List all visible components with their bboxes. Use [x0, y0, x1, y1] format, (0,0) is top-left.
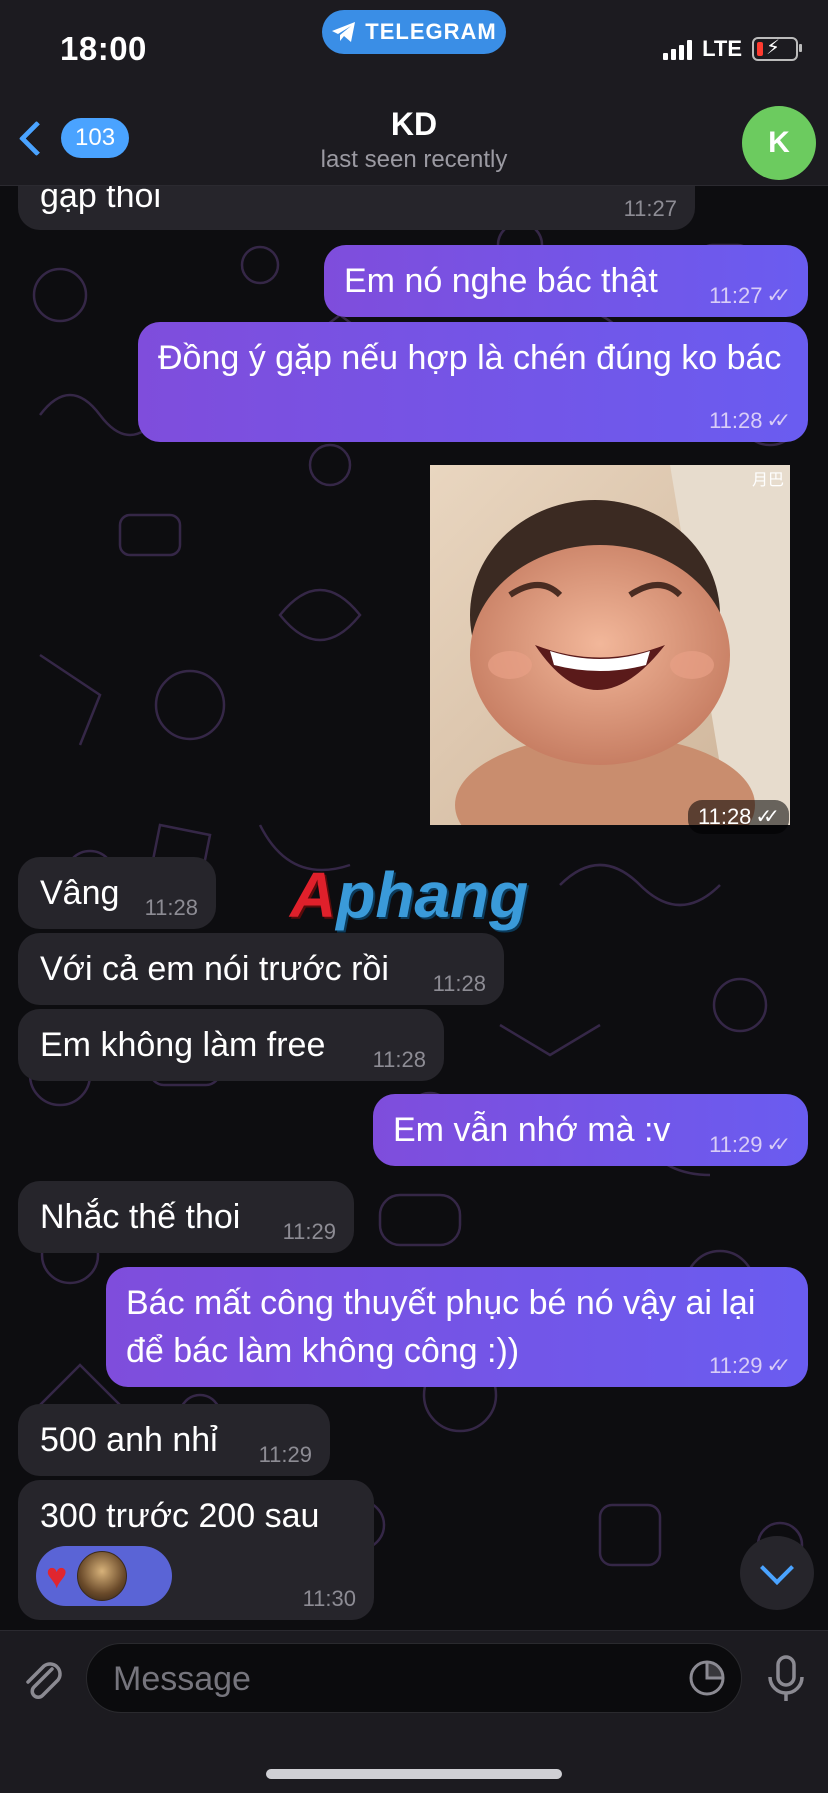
message-outgoing[interactable]: Em vẫn nhớ mà :v 11:29 ✓✓ — [373, 1094, 808, 1166]
message-time: 11:29 — [709, 1132, 763, 1157]
message-text: 300 trước 200 sau — [40, 1497, 320, 1535]
message-time: 11:29 — [709, 1353, 763, 1378]
double-check-icon: ✓✓ — [755, 806, 779, 828]
chat-last-seen: last seen recently — [320, 146, 508, 173]
message-field — [86, 1643, 742, 1714]
message-incoming[interactable]: 300 trước 200 sau ♥ 11:30 — [18, 1480, 374, 1620]
home-indicator[interactable] — [266, 1769, 562, 1779]
scroll-to-bottom-button[interactable] — [740, 1536, 814, 1610]
microphone-icon[interactable] — [762, 1653, 810, 1705]
sticker-image: 月巴 — [430, 465, 790, 825]
message-incoming[interactable]: Với cả em nói trước rồi 11:28 — [18, 933, 504, 1005]
message-outgoing[interactable]: Em nó nghe bác thật 11:27 ✓✓ — [324, 245, 808, 317]
signal-icon — [663, 38, 693, 60]
message-time: 11:28 — [372, 1047, 426, 1072]
message-time: 11:27 — [709, 283, 763, 308]
paperclip-icon[interactable] — [18, 1655, 66, 1703]
message-outgoing[interactable]: Đồng ý gặp nếu hợp là chén đúng ko bác 1… — [138, 322, 808, 442]
message-time: 11:28 — [709, 408, 763, 433]
battery-icon: ⚡ — [752, 37, 802, 61]
sticker-meta: 11:28 ✓✓ — [688, 800, 789, 834]
message-text: Bác mất công thuyết phục bé nó vậy ai lạ… — [126, 1284, 756, 1370]
telegram-pill-label: TELEGRAM — [365, 19, 497, 44]
heart-icon: ♥ — [46, 1555, 68, 1596]
chevron-down-icon — [760, 1551, 794, 1585]
message-input[interactable] — [111, 1644, 675, 1714]
message-text: Đồng ý gặp nếu hợp là chén đúng ko bác — [158, 339, 782, 377]
status-time: 18:00 — [60, 30, 147, 67]
sticker-icon[interactable] — [687, 1658, 727, 1698]
double-check-icon: ✓✓ — [766, 1355, 790, 1377]
double-check-icon: ✓✓ — [766, 410, 790, 432]
message-outgoing[interactable]: Bác mất công thuyết phục bé nó vậy ai lạ… — [106, 1267, 808, 1387]
navigation-header: 18:00 TELEGRAM LTE ⚡ 103 KD last seen re… — [0, 0, 828, 186]
telegram-return-pill[interactable]: TELEGRAM — [322, 10, 506, 54]
message-time: 11:27 — [623, 196, 677, 221]
chat-title[interactable]: KD — [0, 106, 828, 143]
contact-avatar[interactable]: K — [742, 106, 816, 180]
message-time: 11:30 — [302, 1586, 356, 1611]
message-composer — [0, 1630, 828, 1793]
telegram-plane-icon — [332, 22, 356, 42]
watermark-logo: Aphang — [290, 859, 529, 931]
sticker-caption: 月巴 — [752, 470, 784, 489]
message-text: Em không làm free — [40, 1026, 326, 1064]
sticker-message[interactable]: 月巴 — [430, 465, 790, 825]
network-label: LTE — [702, 36, 742, 61]
message-time: 11:29 — [258, 1442, 312, 1467]
message-incoming[interactable]: Nhắc thế thoi 11:29 — [18, 1181, 354, 1253]
reactor-avatar — [77, 1551, 128, 1601]
double-check-icon: ✓✓ — [766, 285, 790, 307]
message-time: 11:28 — [144, 895, 198, 920]
message-incoming[interactable]: 500 anh nhỉ 11:29 — [18, 1404, 330, 1476]
message-incoming[interactable]: Em không làm free 11:28 — [18, 1009, 444, 1081]
message-incoming[interactable]: Vâng 11:28 — [18, 857, 216, 929]
status-indicators: LTE ⚡ — [663, 36, 802, 62]
message-time: 11:28 — [432, 971, 486, 996]
message-time: 11:28 — [698, 804, 752, 829]
double-check-icon: ✓✓ — [766, 1134, 790, 1156]
message-time: 11:29 — [282, 1219, 336, 1244]
message-reactions[interactable]: ♥ — [36, 1546, 172, 1606]
message-text: Với cả em nói trước rồi — [40, 950, 389, 988]
